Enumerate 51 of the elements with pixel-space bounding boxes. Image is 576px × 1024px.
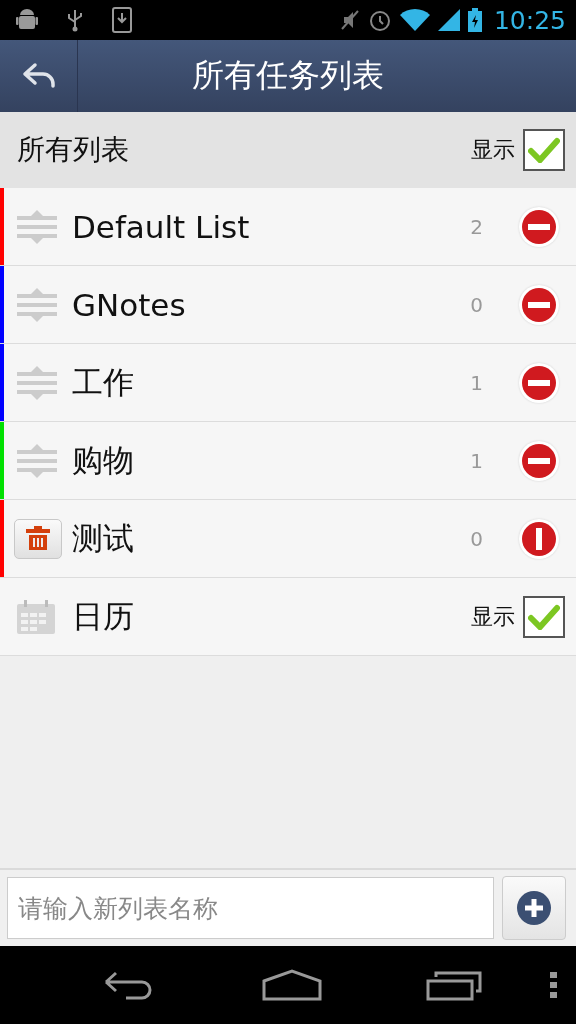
home-icon[interactable] bbox=[262, 969, 322, 1001]
calendar-icon bbox=[17, 599, 55, 634]
add-button[interactable] bbox=[502, 876, 566, 940]
list-name: 测试 bbox=[72, 518, 135, 558]
list-name: 购物 bbox=[72, 440, 135, 480]
android-icon bbox=[16, 8, 38, 32]
signal-icon bbox=[437, 9, 460, 31]
list-name: Default List bbox=[72, 208, 251, 245]
task-count: 0 bbox=[470, 292, 483, 317]
new-list-field[interactable]: 请输入新列表名称 bbox=[7, 877, 494, 939]
mute-icon bbox=[339, 9, 360, 31]
wifi-icon bbox=[399, 9, 430, 31]
recent-apps-icon[interactable] bbox=[426, 969, 482, 1001]
drag-handle-icon[interactable] bbox=[17, 365, 57, 400]
list-name: GNotes bbox=[72, 286, 187, 323]
list-row[interactable]: 购物 1 bbox=[0, 422, 576, 500]
battery-icon bbox=[467, 8, 482, 32]
list-name: 日历 bbox=[72, 596, 135, 636]
download-icon bbox=[112, 7, 132, 33]
task-count: 1 bbox=[470, 370, 483, 395]
task-count: 2 bbox=[470, 214, 483, 239]
alarm-icon bbox=[367, 8, 392, 32]
delete-button[interactable] bbox=[519, 206, 559, 247]
plus-icon bbox=[517, 891, 551, 925]
list-row[interactable]: 测试 0 bbox=[0, 500, 576, 578]
trash-icon bbox=[26, 525, 50, 552]
drag-handle-icon[interactable] bbox=[17, 287, 57, 322]
clock-time: 10:25 bbox=[493, 5, 566, 35]
delete-button[interactable] bbox=[519, 284, 559, 325]
back-icon bbox=[20, 62, 57, 90]
show-checkbox[interactable] bbox=[523, 595, 565, 638]
task-count: 0 bbox=[470, 526, 483, 551]
task-count: 1 bbox=[470, 448, 483, 473]
show-label: 显示 bbox=[471, 602, 515, 631]
list-row[interactable]: 工作 1 bbox=[0, 344, 576, 422]
all-lists-label: 所有列表 bbox=[17, 132, 130, 168]
show-checkbox[interactable] bbox=[523, 129, 565, 171]
delete-button[interactable] bbox=[519, 440, 559, 481]
drag-handle-icon[interactable] bbox=[17, 209, 57, 244]
list-name: 工作 bbox=[72, 362, 135, 402]
list-row[interactable]: Default List 2 bbox=[0, 188, 576, 266]
delete-button[interactable] bbox=[519, 518, 559, 559]
delete-button[interactable] bbox=[519, 362, 559, 403]
show-label: 显示 bbox=[471, 136, 515, 164]
trash-button[interactable] bbox=[14, 518, 62, 559]
list-row[interactable]: GNotes 0 bbox=[0, 266, 576, 344]
list-row[interactable]: 日历 显示 bbox=[0, 578, 576, 656]
menu-icon[interactable] bbox=[550, 972, 558, 998]
drag-handle-icon[interactable] bbox=[17, 443, 57, 478]
screen-title: 所有任务列表 bbox=[191, 55, 385, 96]
usb-icon bbox=[66, 8, 84, 32]
